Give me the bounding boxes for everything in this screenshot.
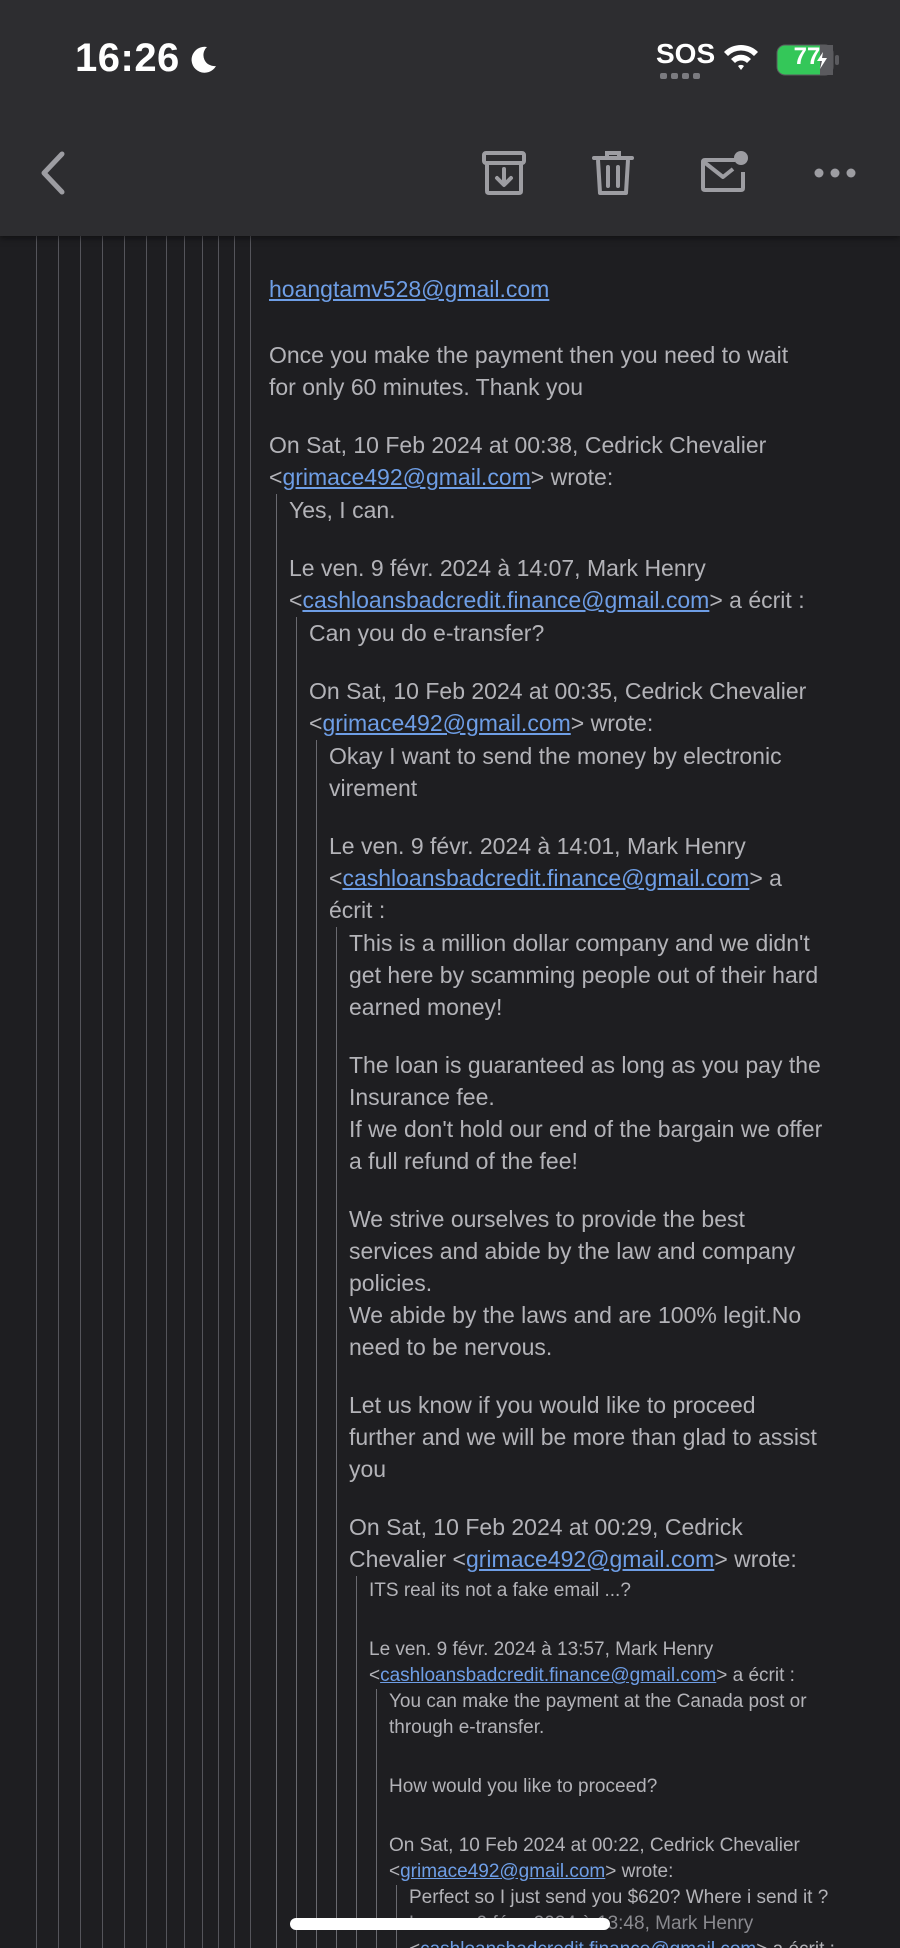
- quote-guide-line: [146, 236, 147, 1948]
- message-text: through e-transfer.: [389, 1717, 545, 1738]
- top-bar: 16:26 SOS 77: [0, 0, 900, 236]
- quote-guide-line: [234, 236, 235, 1948]
- message-text: The loan is guaranteed as long as you pa…: [349, 1052, 821, 1078]
- quote-bar: [336, 927, 337, 1948]
- battery-level: 77: [793, 43, 821, 70]
- home-indicator[interactable]: [290, 1918, 610, 1930]
- quote-guide-line: [80, 236, 81, 1948]
- message-text: earned money!: [349, 994, 503, 1020]
- sos-label: SOS: [656, 38, 716, 69]
- message-text: Okay I want to send the money by electro…: [329, 743, 782, 769]
- quote-header: <grimace492@gmail.com> wrote:: [309, 710, 654, 736]
- quote-header: <cashloansbadcredit.finance@gmail.com> a…: [289, 587, 805, 613]
- message-text: We abide by the laws and are 100% legit.…: [349, 1302, 802, 1328]
- quote-bar: [316, 740, 317, 1948]
- quote-guide-line: [36, 236, 37, 1948]
- quote-bar: [296, 617, 297, 1948]
- quote-guide-line: [166, 236, 167, 1948]
- quote-guide-line: [202, 236, 203, 1948]
- quote-bar: [276, 494, 277, 1948]
- quote-header: On Sat, 10 Feb 2024 at 00:35, Cedrick Ch…: [309, 678, 807, 704]
- message-text: virement: [329, 775, 418, 801]
- quote-guide-line: [184, 236, 185, 1948]
- quote-guide-line: [102, 236, 103, 1948]
- message-text: for only 60 minutes. Thank you: [269, 374, 584, 400]
- status-time: 16:26: [75, 36, 180, 80]
- quote-header: Chevalier <grimace492@gmail.com> wrote:: [349, 1546, 797, 1572]
- message-text: If we don't hold our end of the bargain …: [349, 1116, 823, 1142]
- email-link[interactable]: grimace492@gmail.com: [322, 710, 570, 736]
- message-text: Can you do e-transfer?: [309, 620, 545, 646]
- archive-icon[interactable]: [479, 148, 529, 198]
- email-link[interactable]: cashloansbadcredit.finance@gmail.com: [420, 1939, 756, 1948]
- message-text: Insurance fee.: [349, 1084, 495, 1110]
- quote-header: <grimace492@gmail.com> wrote:: [269, 464, 614, 490]
- mail-unread-icon[interactable]: [699, 148, 749, 198]
- chevron-left-icon[interactable]: [30, 148, 80, 198]
- quote-header: <cashloansbadcredit.finance@gmail.com> a: [329, 865, 782, 891]
- email-thread[interactable]: hoangtamv528@gmail.com Once you make the…: [0, 236, 900, 1948]
- message-text: Yes, I can.: [289, 497, 396, 523]
- email-link[interactable]: cashloansbadcredit.finance@gmail.com: [342, 865, 749, 891]
- quote-guide-line: [250, 236, 251, 1948]
- message-text: you: [349, 1456, 387, 1482]
- moon-icon: [191, 46, 216, 73]
- quote-guide-line: [124, 236, 125, 1948]
- message-text: Perfect so I just send you $620? Where i…: [409, 1887, 829, 1908]
- quote-header: écrit :: [329, 897, 386, 923]
- quote-bar: [356, 1576, 357, 1948]
- email-link[interactable]: cashloansbadcredit.finance@gmail.com: [302, 587, 709, 613]
- quote-header: Le ven. 9 févr. 2024 à 13:57, Mark Henry: [369, 1639, 714, 1660]
- message-text: get here by scamming people out of their…: [349, 962, 819, 988]
- quote-header: <cashloansbadcredit.finance@gmail.com> a…: [409, 1937, 835, 1948]
- message-text: need to be nervous.: [349, 1334, 553, 1360]
- quote-header: Le ven. 9 févr. 2024 à 14:07, Mark Henry: [289, 555, 706, 581]
- message-text: We strive ourselves to provide the best: [349, 1206, 745, 1232]
- wifi-icon: [724, 44, 758, 70]
- email-link[interactable]: cashloansbadcredit.finance@gmail.com: [380, 1665, 716, 1686]
- email-link[interactable]: hoangtamv528@gmail.com: [269, 273, 549, 305]
- quote-header: On Sat, 10 Feb 2024 at 00:38, Cedrick Ch…: [269, 432, 767, 458]
- quote-bar: [376, 1689, 377, 1948]
- quote-guide-line: [58, 236, 59, 1948]
- message-text: ITS real its not a fake email ...?: [369, 1580, 631, 1601]
- message-text: This is a million dollar company and we …: [349, 930, 810, 956]
- trash-icon[interactable]: [588, 148, 638, 198]
- message-text: How would you like to proceed?: [389, 1776, 658, 1797]
- message-text: Let us know if you would like to proceed: [349, 1392, 756, 1418]
- quote-guide-line: [218, 236, 219, 1948]
- signal-dots: [660, 73, 700, 79]
- message-text: services and abide by the law and compan…: [349, 1238, 796, 1264]
- more-icon[interactable]: [810, 148, 860, 198]
- email-link[interactable]: grimace492@gmail.com: [282, 464, 530, 490]
- message-text: a full refund of the fee!: [349, 1148, 578, 1174]
- quote-header: <cashloansbadcredit.finance@gmail.com> a…: [369, 1665, 795, 1686]
- email-link[interactable]: grimace492@gmail.com: [400, 1861, 605, 1882]
- quote-header: On Sat, 10 Feb 2024 at 00:29, Cedrick: [349, 1514, 743, 1540]
- message-text: Once you make the payment then you need …: [269, 342, 789, 368]
- message-text: policies.: [349, 1270, 433, 1296]
- quote-header: <grimace492@gmail.com> wrote:: [389, 1861, 674, 1882]
- quote-bar: [396, 1885, 397, 1948]
- message-text: You can make the payment at the Canada p…: [389, 1691, 807, 1712]
- email-link[interactable]: grimace492@gmail.com: [466, 1546, 714, 1572]
- message-text: further and we will be more than glad to…: [349, 1424, 817, 1450]
- quote-header: Le ven. 9 févr. 2024 à 14:01, Mark Henry: [329, 833, 746, 859]
- quote-header: On Sat, 10 Feb 2024 at 00:22, Cedrick Ch…: [389, 1835, 800, 1856]
